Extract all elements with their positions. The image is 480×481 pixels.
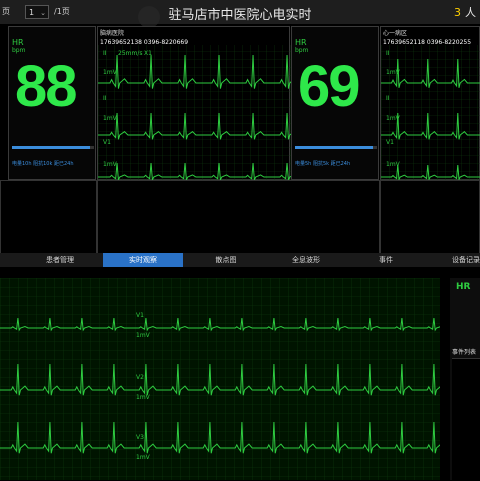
speed-label: 25mm/s bbox=[118, 50, 143, 57]
tab-patient-management[interactable]: 患者管理 bbox=[20, 253, 100, 267]
scale-label: 1mV bbox=[136, 332, 150, 339]
ecg-panel-2[interactable]: 心一病区 17639652118 0396-8220255 II 1mV II … bbox=[380, 26, 480, 181]
lead-label: II bbox=[103, 95, 107, 102]
gain-label: X1 bbox=[144, 50, 152, 57]
hr-progress-bar bbox=[12, 146, 94, 149]
lead-label: II bbox=[103, 50, 107, 57]
tab-bar: 患者管理 实时观察 散点图 全息波形 事件 设备记录 bbox=[0, 253, 480, 267]
patient-count-unit: 人 bbox=[465, 6, 476, 19]
main-ecg-grid bbox=[0, 278, 440, 480]
event-list[interactable] bbox=[452, 358, 480, 481]
lead-label: II bbox=[386, 95, 390, 102]
top-bar: 页 1 ⌄ /1页 驻马店市中医院心电实时 3人 bbox=[0, 0, 480, 28]
scale-label: 1mV bbox=[136, 454, 150, 461]
hr-progress-fill bbox=[295, 146, 373, 149]
scale-label: 1mV bbox=[386, 115, 400, 122]
patient-count: 3人 bbox=[454, 4, 476, 20]
lead-label: V3 bbox=[136, 434, 144, 441]
ecg-header: 脑病医院 bbox=[100, 30, 125, 37]
ecg-phone: 17639652138 0396-8220669 bbox=[100, 39, 189, 46]
scale-label: 1mV bbox=[386, 69, 400, 76]
hr-device-info: 电量5h 阻抗5k 距已24h bbox=[295, 161, 351, 167]
scale-label: 1mV bbox=[386, 161, 400, 168]
hr-progress-bar bbox=[295, 146, 377, 149]
hr-value: 69 bbox=[298, 54, 360, 119]
hr-label: HR bbox=[295, 38, 307, 47]
lead-label: V2 bbox=[136, 374, 144, 381]
tab-realtime[interactable]: 实时观察 bbox=[103, 253, 183, 267]
lead-label: V1 bbox=[136, 312, 144, 319]
hr-label: HR bbox=[12, 38, 24, 47]
scale-label: 1mV bbox=[103, 69, 117, 76]
tab-device-records[interactable]: 设备记录 bbox=[426, 253, 480, 267]
ecg-panel-1[interactable]: 脑病医院 17639652138 0396-8220669 II 25mm/s … bbox=[97, 26, 291, 181]
event-list-title: 事件列表 bbox=[452, 349, 477, 356]
page-title: 驻马店市中医院心电实时 bbox=[168, 8, 312, 23]
side-hr-label: HR bbox=[456, 282, 471, 292]
tab-events[interactable]: 事件 bbox=[346, 253, 426, 267]
ecg-phone: 17639652118 0396-8220255 bbox=[383, 39, 472, 46]
hr-device-info: 电量10h 阻抗10k 距已24h bbox=[12, 161, 74, 167]
empty-slot[interactable] bbox=[380, 180, 480, 254]
scale-label: 1mV bbox=[103, 115, 117, 122]
empty-slot[interactable] bbox=[0, 180, 97, 254]
tab-scatter[interactable]: 散点图 bbox=[186, 253, 266, 267]
scale-label: 1mV bbox=[136, 394, 150, 401]
patient-count-number: 3 bbox=[454, 6, 461, 19]
hr-progress-fill bbox=[12, 146, 90, 149]
hr-panel-1[interactable]: HR bpm 88 电量10h 阻抗10k 距已24h bbox=[8, 26, 96, 180]
ecg-grid-2 bbox=[381, 45, 480, 181]
hr-panel-2[interactable]: HR bpm 69 电量5h 阻抗5k 距已24h bbox=[291, 26, 379, 180]
main-ecg-view[interactable]: V1 1mV V2 1mV V3 1mV bbox=[0, 278, 440, 480]
lead-label: II bbox=[386, 50, 390, 57]
hr-value: 88 bbox=[15, 54, 77, 119]
tab-holo-waveform[interactable]: 全息波形 bbox=[266, 253, 346, 267]
lead-label: V1 bbox=[103, 139, 111, 146]
lead-label: V1 bbox=[386, 139, 394, 146]
scale-label: 1mV bbox=[103, 161, 117, 168]
ecg-header: 心一病区 bbox=[383, 30, 408, 37]
empty-slot[interactable] bbox=[97, 180, 380, 254]
